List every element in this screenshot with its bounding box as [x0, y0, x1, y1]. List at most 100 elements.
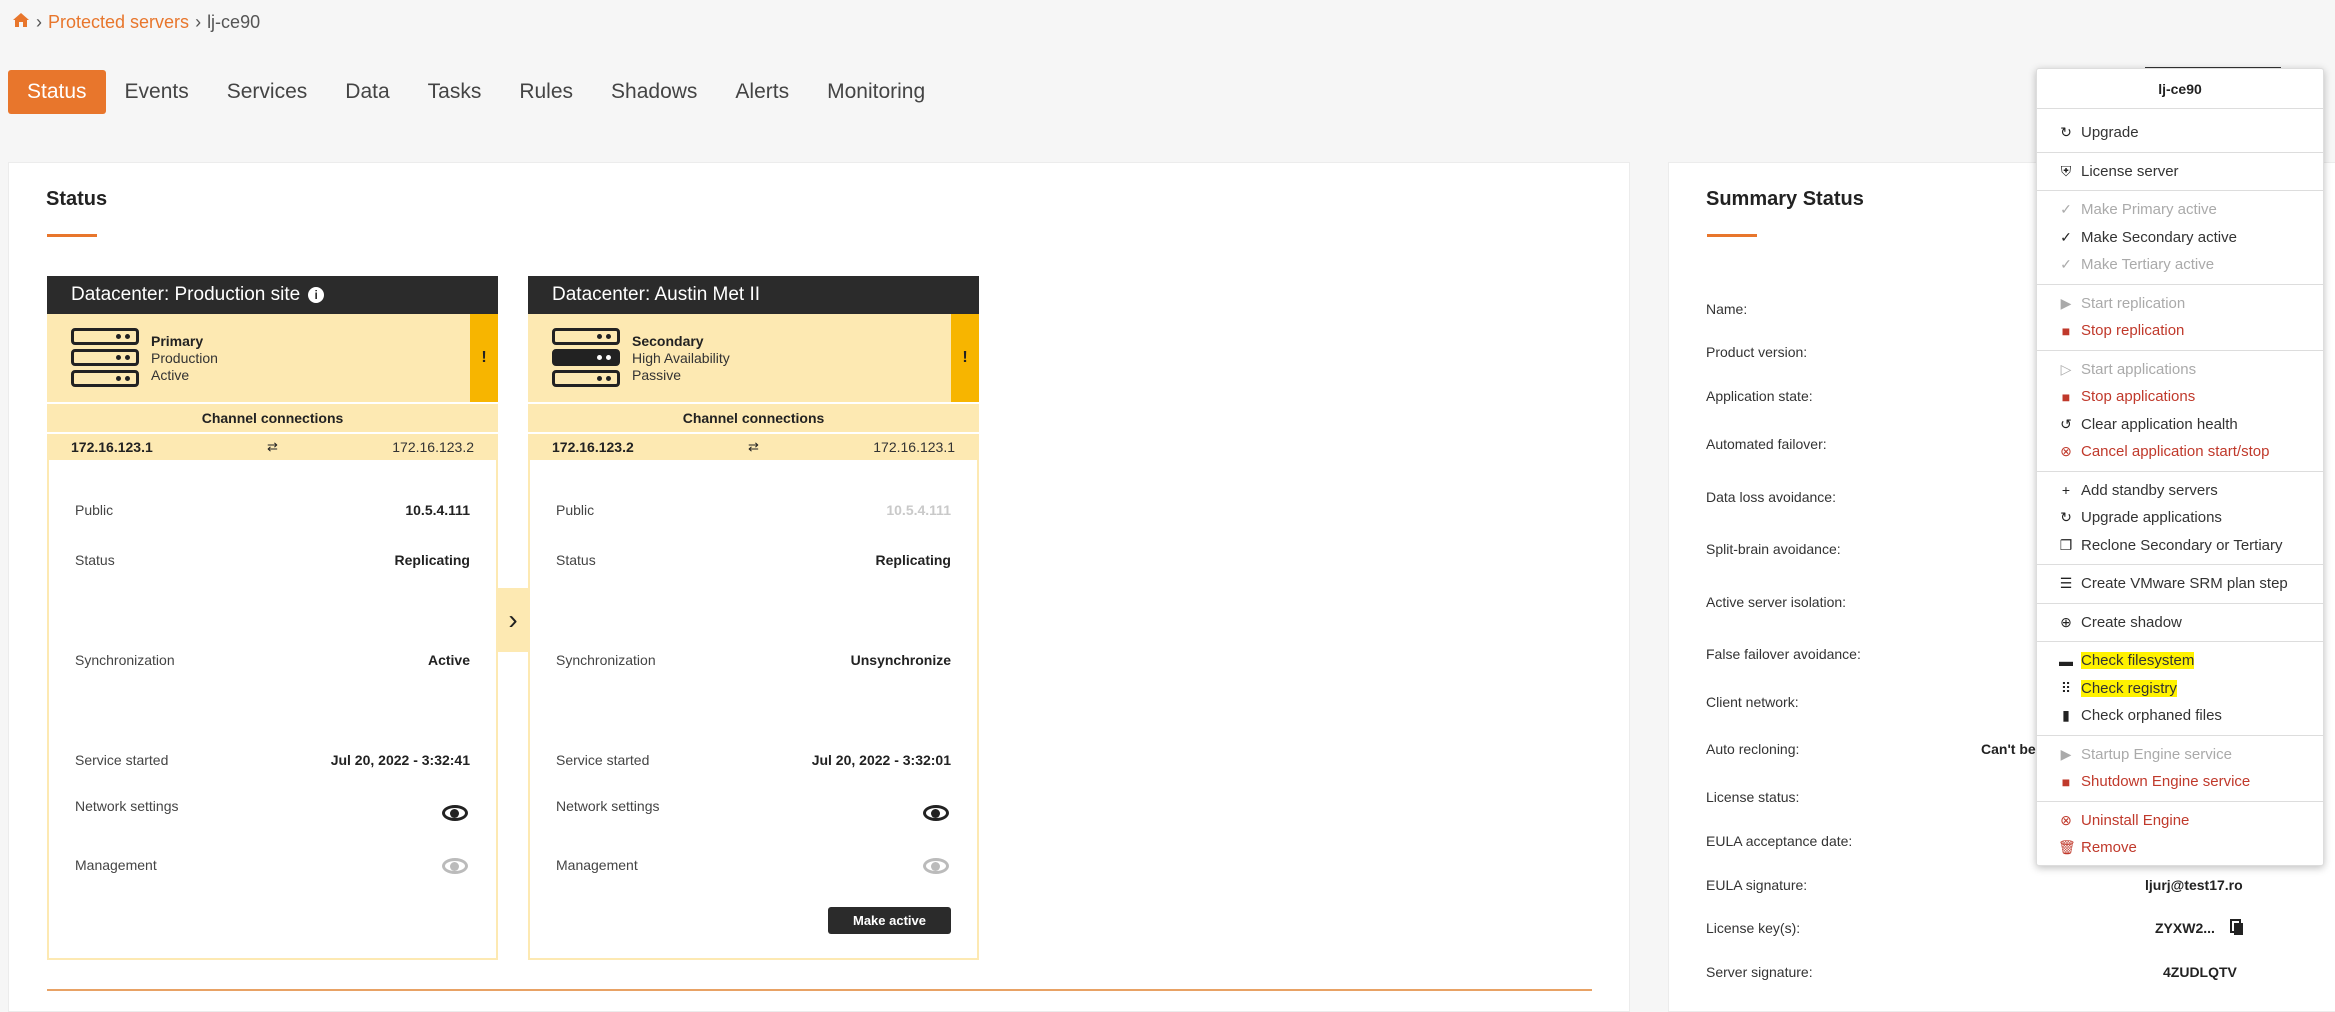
warning-indicator[interactable]: ! — [951, 314, 979, 402]
tab-rules[interactable]: Rules — [500, 70, 592, 114]
replication-direction-arrow-icon: › — [497, 588, 529, 652]
menu-item-license-server[interactable]: ⛨ License server — [2037, 158, 2323, 186]
datacenter-card-secondary: Datacenter: Austin Met II Secondary High… — [528, 276, 979, 960]
menu-item-uninstall-engine[interactable]: ⊗ Uninstall Engine — [2037, 807, 2323, 835]
summary-label-split-brain-avoidance: Split-brain avoidance: — [1706, 541, 1841, 557]
summary-label-license-status: License status: — [1706, 789, 1800, 805]
detail-row-management: Management — [556, 857, 638, 873]
section-divider — [47, 989, 1592, 991]
menu-item-create-vmware-srm-plan-step[interactable]: ☰ Create VMware SRM plan step — [2037, 570, 2323, 598]
summary-label-application-state: Application state: — [1706, 388, 1813, 404]
menu-item-clear-application-health[interactable]: ↺ Clear application health — [2037, 411, 2323, 439]
home-icon[interactable] — [12, 12, 30, 33]
play-circle-icon: ▷ — [2060, 360, 2072, 377]
tab-events[interactable]: Events — [106, 70, 208, 114]
folder-icon: ▬ — [2059, 652, 2073, 669]
view-management-icon — [923, 858, 949, 874]
cancel-circle-icon: ⊗ — [2060, 443, 2072, 460]
file-icon: ▮ — [2062, 707, 2070, 724]
view-management-icon — [442, 858, 468, 874]
detail-row-service-started: Service started Jul 20, 2022 - 3:32:01 — [556, 752, 951, 768]
channel-connection-row: 172.16.123.2 ⇄ 172.16.123.1 — [528, 432, 979, 460]
menu-item-upgrade[interactable]: ↻ Upgrade — [2037, 119, 2323, 147]
server-stack-icon — [71, 328, 139, 388]
check-icon: ✓ — [2060, 201, 2072, 218]
summary-value-eula-signature: ljurj@test17.ro — [2145, 877, 2243, 893]
channel-connections-title: Channel connections — [528, 402, 979, 432]
menu-item-make-tertiary-active: ✓ Make Tertiary active — [2037, 251, 2323, 279]
view-network-settings-icon[interactable] — [442, 805, 468, 821]
shield-check-icon: ⛨ — [2060, 162, 2072, 179]
channel-connection-row: 172.16.123.1 ⇄ 172.16.123.2 — [47, 432, 498, 460]
menu-item-start-applications: ▷ Start applications — [2037, 356, 2323, 384]
server-role-state: Passive — [632, 366, 682, 383]
menu-item-make-primary-active: ✓ Make Primary active — [2037, 196, 2323, 224]
breadcrumb-protected-servers-link[interactable]: Protected servers — [48, 12, 189, 33]
tab-alerts[interactable]: Alerts — [716, 70, 808, 114]
channel-remote-ip: 172.16.123.2 — [392, 439, 474, 455]
menu-item-reclone[interactable]: ❐ Reclone Secondary or Tertiary — [2037, 532, 2323, 560]
breadcrumb-separator: › — [36, 12, 42, 32]
menu-item-cancel-application-start-stop[interactable]: ⊗ Cancel application start/stop — [2037, 438, 2323, 466]
grid-icon: ⠿ — [2060, 679, 2072, 696]
play-icon: ▶ — [2060, 294, 2072, 311]
info-icon[interactable]: i — [308, 287, 325, 303]
breadcrumb: › Protected servers › lj-ce90 — [12, 12, 260, 33]
menu-item-make-secondary-active[interactable]: ✓ Make Secondary active — [2037, 224, 2323, 252]
detail-row-public: Public 10.5.4.111 — [75, 502, 470, 518]
menu-item-upgrade-applications[interactable]: ↻ Upgrade applications — [2037, 504, 2323, 532]
detail-row-status: Status Replicating — [556, 552, 951, 568]
summary-panel-title: Summary Status — [1706, 188, 1864, 210]
copy-icon[interactable] — [2230, 919, 2244, 936]
summary-label-false-failover-avoidance: False failover avoidance: — [1706, 646, 1861, 662]
tab-shadows[interactable]: Shadows — [592, 70, 716, 114]
summary-label-eula-signature: EULA signature: — [1706, 877, 1808, 893]
status-panel-title: Status — [46, 188, 108, 210]
server-role-type: Production — [151, 349, 218, 366]
menu-item-startup-engine-service: ▶ Startup Engine service — [2037, 741, 2323, 769]
channel-connections-title: Channel connections — [47, 402, 498, 432]
summary-label-data-loss-avoidance: Data loss avoidance: — [1706, 489, 1836, 505]
stop-icon: ■ — [2061, 388, 2071, 405]
list-icon: ☰ — [2059, 575, 2073, 592]
tab-services[interactable]: Services — [208, 70, 327, 114]
stop-icon: ■ — [2061, 773, 2071, 790]
status-title-underline — [47, 234, 97, 237]
play-icon: ▶ — [2060, 745, 2072, 762]
summary-label-active-server-isolation: Active server isolation: — [1706, 594, 1847, 610]
warning-indicator[interactable]: ! — [470, 314, 498, 402]
tab-monitoring[interactable]: Monitoring — [808, 70, 944, 114]
menu-item-create-shadow[interactable]: ⊕ Create shadow — [2037, 609, 2323, 637]
detail-row-service-started: Service started Jul 20, 2022 - 3:32:41 — [75, 752, 470, 768]
channel-local-ip: 172.16.123.2 — [552, 439, 634, 455]
menu-item-stop-applications[interactable]: ■ Stop applications — [2037, 383, 2323, 411]
plus-icon: + — [2061, 482, 2071, 499]
view-network-settings-icon[interactable] — [923, 805, 949, 821]
summary-label-auto-recloning: Auto recloning: — [1706, 741, 1800, 757]
tab-tasks[interactable]: Tasks — [409, 70, 501, 114]
datacenter-header: Datacenter: Austin Met II — [528, 276, 979, 314]
undo-icon: ↺ — [2060, 415, 2072, 432]
menu-item-shutdown-engine-service[interactable]: ■ Shutdown Engine service — [2037, 768, 2323, 796]
tab-data[interactable]: Data — [326, 70, 408, 114]
summary-label-license-keys: License key(s): — [1706, 920, 1801, 936]
summary-title-underline — [1707, 234, 1757, 237]
datacenter-header: Datacenter: Production site i — [47, 276, 498, 314]
tab-status[interactable]: Status — [8, 70, 106, 114]
menu-item-check-filesystem[interactable]: ▬ Check filesystem — [2037, 647, 2323, 675]
menu-item-add-standby-servers[interactable]: + Add standby servers — [2037, 477, 2323, 505]
make-active-button[interactable]: Make active — [828, 907, 951, 934]
server-actions-menu: lj-ce90 ↻ Upgrade ⛨ License server ✓ Make P… — [2036, 68, 2324, 866]
server-role-box: Primary Production Active ! — [47, 314, 498, 402]
detail-row-network-settings: Network settings — [556, 798, 660, 814]
menu-item-check-registry[interactable]: ⠿ Check registry — [2037, 675, 2323, 703]
check-icon: ✓ — [2060, 228, 2072, 245]
upgrade-icon: ↻ — [2060, 124, 2072, 141]
menu-item-remove[interactable]: 🗑 Remove — [2037, 834, 2323, 862]
stop-icon: ■ — [2061, 322, 2071, 339]
menu-item-stop-replication[interactable]: ■ Stop replication — [2037, 317, 2323, 345]
detail-row-public: Public 10.5.4.111 — [556, 502, 951, 518]
breadcrumb-separator: › — [195, 12, 202, 32]
server-role-state: Active — [151, 366, 190, 383]
menu-item-check-orphaned-files[interactable]: ▮ Check orphaned files — [2037, 702, 2323, 730]
